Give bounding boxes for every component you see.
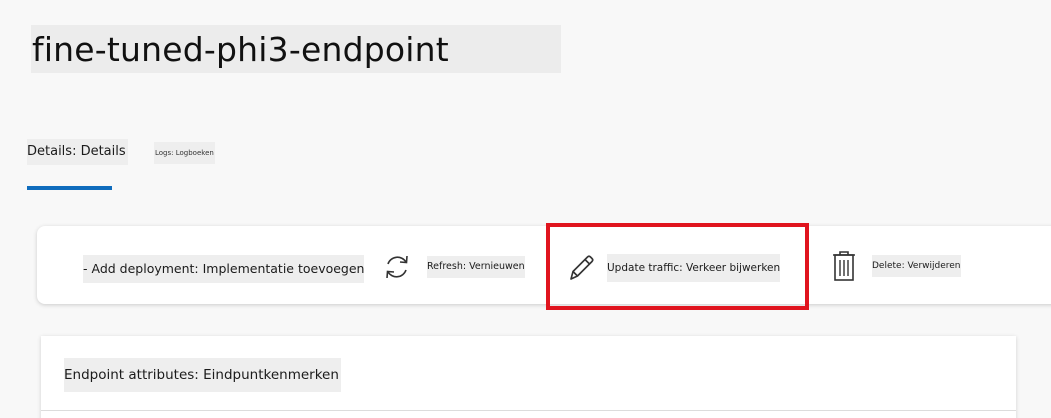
endpoint-attributes-panel: Endpoint attributes: Eindpuntkenmerken [41, 336, 1016, 418]
refresh-button[interactable]: Refresh: Vernieuwen [427, 256, 525, 278]
divider [41, 410, 1016, 411]
delete-button[interactable]: Delete: Verwijderen [872, 255, 961, 277]
pencil-icon[interactable] [564, 250, 598, 284]
update-traffic-button[interactable]: Update traffic: Verkeer bijwerken [607, 254, 781, 282]
tab-details[interactable]: Details: Details [27, 139, 128, 165]
add-deployment-button[interactable]: - Add deployment: Implementatie toevoege… [83, 255, 365, 283]
command-bar: - Add deployment: Implementatie toevoege… [37, 226, 1051, 304]
refresh-icon[interactable] [380, 250, 414, 284]
trash-icon[interactable] [831, 249, 857, 283]
tab-logs[interactable]: Logs: Logboeken [154, 142, 215, 164]
page-title: fine-tuned-phi3-endpoint [32, 30, 449, 69]
tab-selected-indicator [27, 186, 112, 190]
endpoint-page: fine-tuned-phi3-endpoint Details: Detail… [0, 0, 1051, 418]
endpoint-attributes-title: Endpoint attributes: Eindpuntkenmerken [64, 358, 341, 392]
